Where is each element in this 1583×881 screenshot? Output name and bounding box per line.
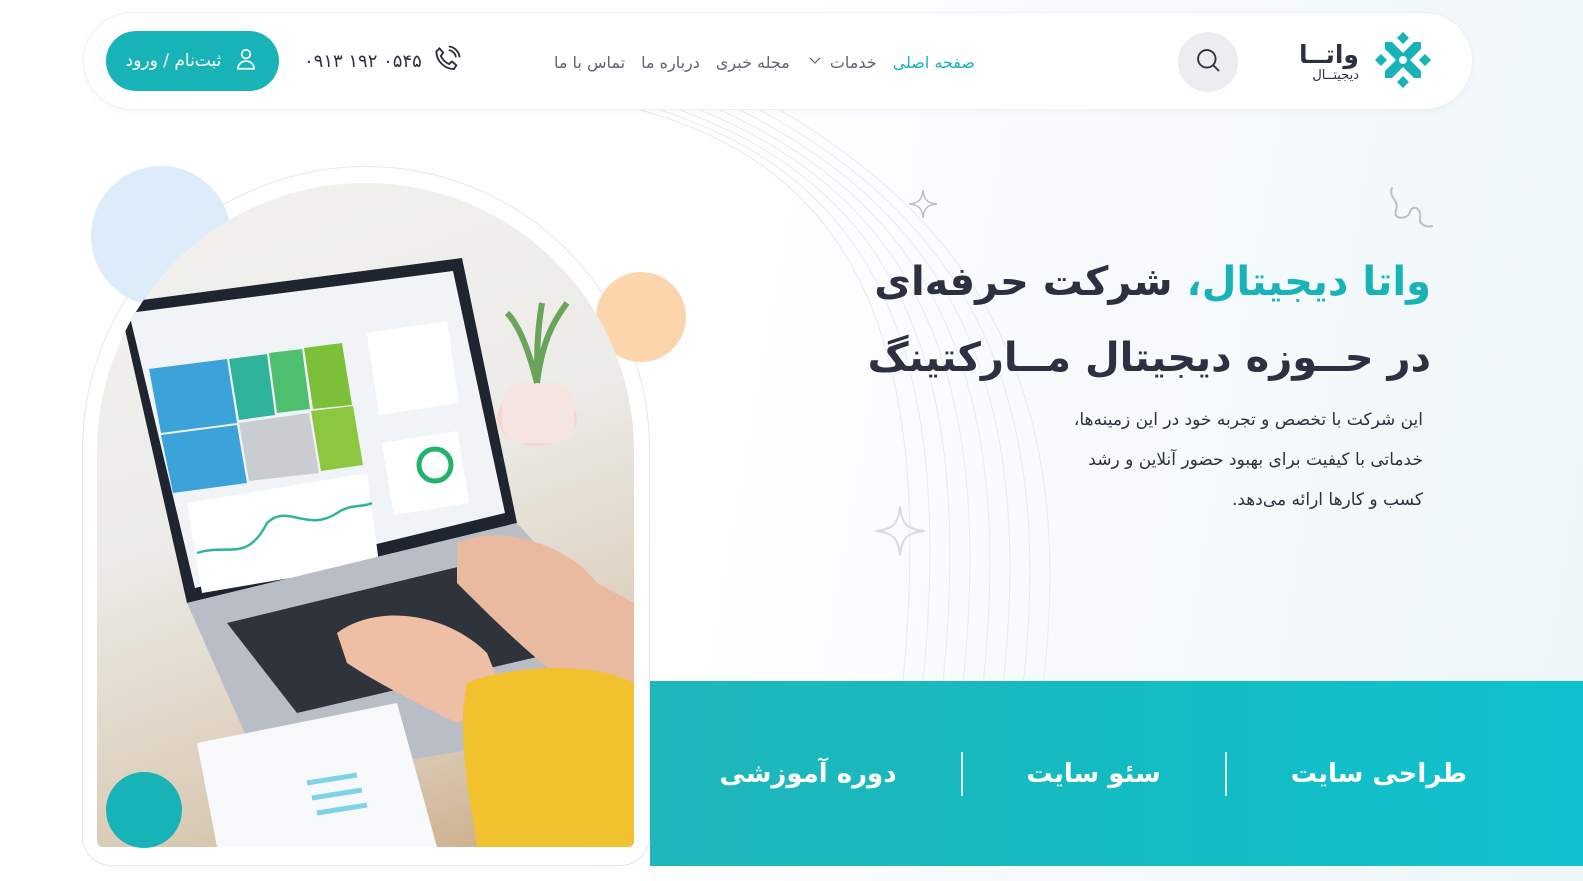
services-bar: طراحی سایت سئو سایت دوره آموزشی (650, 681, 1583, 866)
search-button[interactable] (1178, 32, 1238, 92)
phone-contact[interactable]: ۰۹۱۳ ۱۹۲ ۰۵۴۵ (304, 43, 462, 79)
nav-label: تماس با ما (554, 52, 626, 72)
nav-item-services[interactable]: خدمات (806, 51, 877, 73)
nav-label: درباره ما (641, 52, 700, 72)
phone-icon (432, 44, 462, 79)
hero-desc-line2: خدماتی با کیفیت برای بهبود حضور آنلاین و… (1088, 450, 1423, 470)
nav-item-contact[interactable]: تماس با ما (554, 53, 625, 72)
laptop-illustration (119, 258, 634, 847)
hero-title: واتا دیجیتال، شرکت حرفه‌ای در حــوزه دیج… (791, 244, 1431, 396)
squiggle-icon (1390, 187, 1433, 228)
hero-laptop-image (97, 183, 634, 847)
nav-label: خدمات (829, 52, 877, 72)
decor-teal-circle (106, 772, 182, 848)
nav-item-home[interactable]: صفحه اصلی (893, 53, 975, 72)
service-divider (1224, 751, 1227, 796)
hero-desc-line3: کسب و کارها ارائه می‌دهد. (1231, 490, 1423, 510)
login-label: ثبت‌نام / ورود (125, 51, 222, 71)
nav-label: مجله خبری (715, 52, 790, 72)
brand-logo[interactable]: واتــا دیجیتــال (1299, 29, 1454, 95)
service-seo[interactable]: سئو سایت (1027, 759, 1161, 789)
hero-description: این شرکت با تخصص و تجربه خود در این زمین… (863, 400, 1423, 520)
hero-title-line2: در حــوزه دیجیتال مــارکتینگ (867, 335, 1431, 381)
page: ثبت‌نام / ورود ۰۹۱۳ ۱۹۲ ۰۵۴۵ تماس با م (0, 0, 1583, 881)
service-divider (960, 751, 963, 796)
service-web-design[interactable]: طراحی سایت (1291, 759, 1467, 789)
logo-text: واتــا دیجیتــال (1299, 41, 1359, 83)
logo-sub: دیجیتــال (1312, 67, 1359, 83)
hero-desc-line1: این شرکت با تخصص و تجربه خود در این زمین… (1073, 410, 1423, 430)
user-icon (233, 46, 259, 77)
main-nav: تماس با ما درباره ما مجله خبری خدمات صفح… (554, 47, 975, 77)
nav-label: صفحه اصلی (892, 52, 975, 72)
service-training-course[interactable]: دوره آموزشی (720, 759, 897, 789)
phone-number: ۰۹۱۳ ۱۹۲ ۰۵۴۵ (304, 50, 422, 72)
hero-title-line1: واتا دیجیتال، شرکت حرفه‌ای (791, 244, 1431, 320)
search-icon (1194, 46, 1222, 78)
logo-main: واتــا (1299, 40, 1359, 70)
login-register-button[interactable]: ثبت‌نام / ورود (106, 31, 279, 91)
sparkle-icon (908, 189, 938, 219)
nav-item-about[interactable]: درباره ما (641, 53, 700, 72)
header-bar: ثبت‌نام / ورود ۰۹۱۳ ۱۹۲ ۰۵۴۵ تماس با م (83, 12, 1473, 110)
hero-title-accent: واتا دیجیتال، (1186, 259, 1432, 305)
chevron-down-icon (806, 51, 824, 73)
logo-mark-icon (1371, 28, 1435, 96)
hero-title-rest: شرکت حرفه‌ای (874, 259, 1187, 305)
nav-item-blog[interactable]: مجله خبری (716, 53, 790, 72)
